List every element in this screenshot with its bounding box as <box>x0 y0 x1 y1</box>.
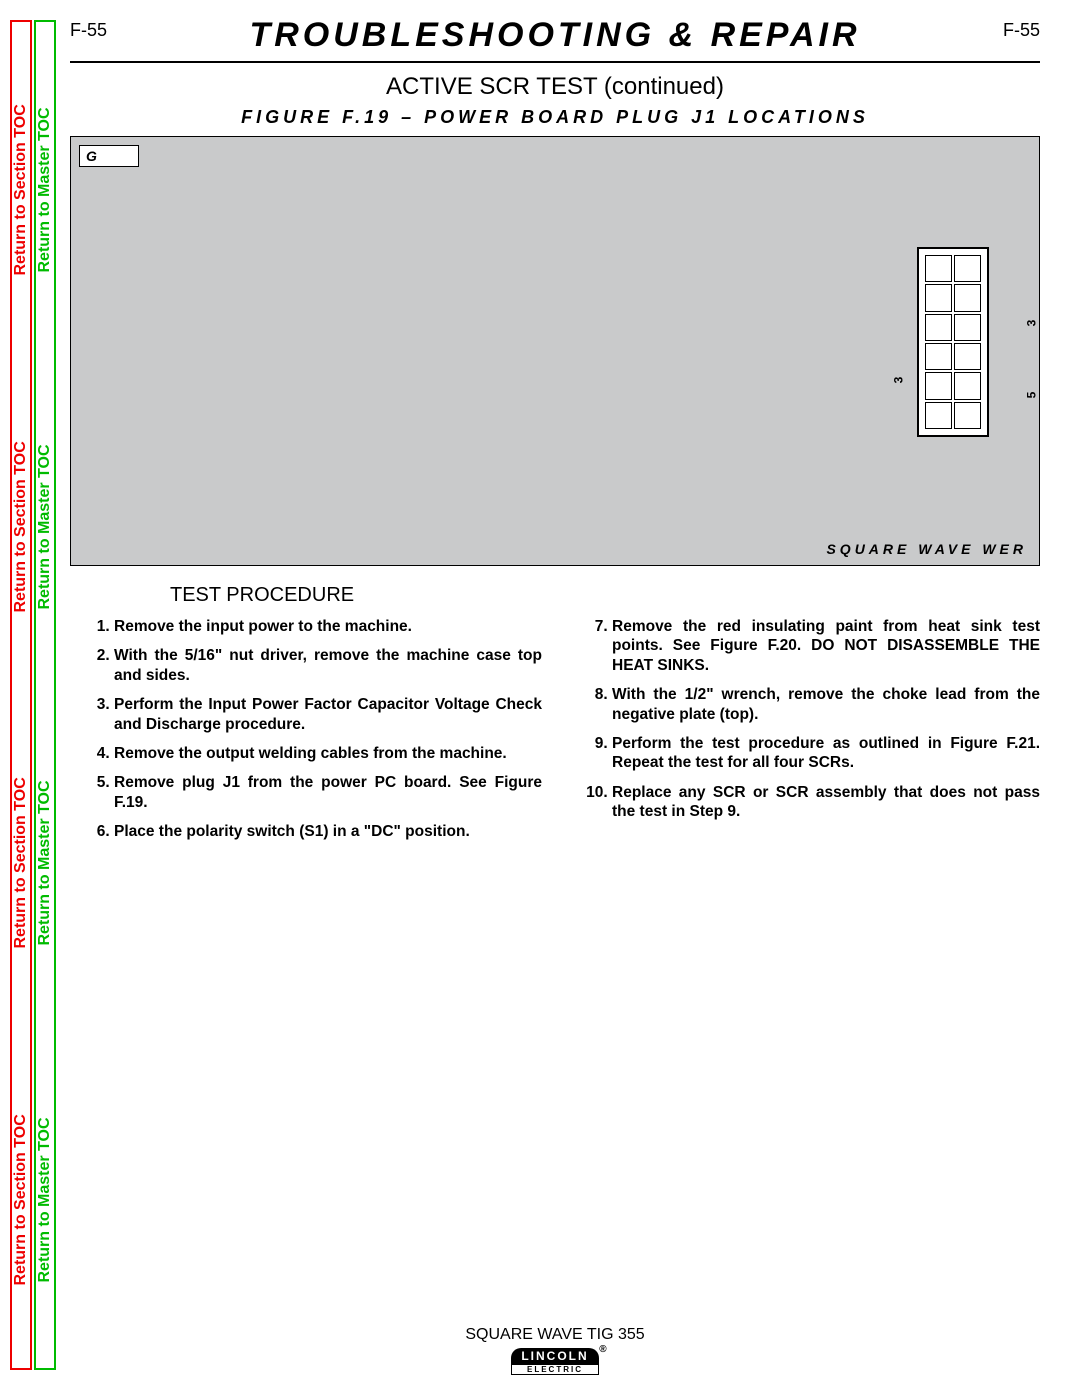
page-footer: SQUARE WAVE TIG 355 LINCOLN ® ELECTRIC <box>70 1326 1040 1377</box>
sidebar: Return to Section TOC Return to Section … <box>10 20 58 1370</box>
connector-pin <box>954 372 981 399</box>
procedure-step: Replace any SCR or SCR assembly that doe… <box>612 783 1040 822</box>
connector-pin <box>954 314 981 341</box>
connector-diagram: 3 3 5 <box>917 247 989 437</box>
master-toc-column: Return to Master TOC Return to Master TO… <box>34 20 56 1370</box>
procedure-heading: TEST PROCEDURE <box>170 584 1040 607</box>
connector-pin <box>954 255 981 282</box>
connector-label-right-top: 3 <box>1025 320 1039 327</box>
return-section-toc-link[interactable]: Return to Section TOC <box>12 359 30 696</box>
procedure-step: With the 1/2" wrench, remove the choke l… <box>612 685 1040 724</box>
connector-pin <box>925 314 952 341</box>
connector-pin <box>925 343 952 370</box>
logo-brand: LINCOLN ® <box>511 1348 598 1364</box>
procedure-step: Remove plug J1 from the power PC board. … <box>114 773 542 812</box>
page-header: F-55 TROUBLESHOOTING & REPAIR F-55 <box>70 20 1040 55</box>
procedure-step: Place the polarity switch (S1) in a "DC"… <box>114 822 542 841</box>
procedure-step: Remove the input power to the machine. <box>114 617 542 636</box>
procedure-step: Perform the Input Power Factor Capacitor… <box>114 695 542 734</box>
lincoln-logo: LINCOLN ® ELECTRIC <box>511 1348 598 1375</box>
procedure-step: Remove the red insulating paint from hea… <box>612 617 1040 675</box>
connector-pin <box>925 255 952 282</box>
connector-pin <box>954 284 981 311</box>
return-master-toc-link[interactable]: Return to Master TOC <box>36 1032 54 1369</box>
connector-pin <box>954 343 981 370</box>
logo-brand-text: LINCOLN <box>521 1349 588 1363</box>
figure-box: G 3 3 5 SQUARE WAVE WER <box>70 136 1040 566</box>
connector-grid <box>917 247 989 437</box>
return-section-toc-link[interactable]: Return to Section TOC <box>12 695 30 1032</box>
connector-label-right-bot: 5 <box>1025 392 1039 399</box>
return-section-toc-link[interactable]: Return to Section TOC <box>12 1032 30 1369</box>
connector-pin <box>925 402 952 429</box>
footer-model: SQUARE WAVE TIG 355 <box>70 1326 1040 1344</box>
page-number-left: F-55 <box>70 20 107 41</box>
connector-pin <box>925 372 952 399</box>
page-title: TROUBLESHOOTING & REPAIR <box>249 16 860 55</box>
return-master-toc-link[interactable]: Return to Master TOC <box>36 695 54 1032</box>
procedure-step: With the 5/16" nut driver, remove the ma… <box>114 646 542 685</box>
connector-pin <box>925 284 952 311</box>
header-rule <box>70 61 1040 63</box>
figure-title: FIGURE F.19 – POWER BOARD PLUG J1 LOCATI… <box>70 107 1040 128</box>
procedure-columns: Remove the input power to the machine. W… <box>70 617 1040 851</box>
procedure-step: Perform the test procedure as outlined i… <box>612 734 1040 773</box>
procedure-step: Remove the output welding cables from th… <box>114 744 542 763</box>
registered-icon: ® <box>599 1344 608 1355</box>
figure-caption: SQUARE WAVE WER <box>826 541 1027 557</box>
connector-pin <box>954 402 981 429</box>
return-section-toc-link[interactable]: Return to Section TOC <box>12 22 30 359</box>
logo-subbrand: ELECTRIC <box>511 1364 598 1375</box>
page-number-right: F-55 <box>1003 20 1040 41</box>
procedure-col-right: Remove the red insulating paint from hea… <box>568 617 1040 851</box>
return-master-toc-link[interactable]: Return to Master TOC <box>36 359 54 696</box>
return-master-toc-link[interactable]: Return to Master TOC <box>36 22 54 359</box>
connector-label-left: 3 <box>891 377 905 384</box>
figure-badge: G <box>79 145 139 167</box>
page-content: F-55 TROUBLESHOOTING & REPAIR F-55 ACTIV… <box>70 20 1040 1377</box>
procedure-col-left: Remove the input power to the machine. W… <box>70 617 542 851</box>
section-toc-column: Return to Section TOC Return to Section … <box>10 20 32 1370</box>
section-subtitle: ACTIVE SCR TEST (continued) <box>70 73 1040 101</box>
